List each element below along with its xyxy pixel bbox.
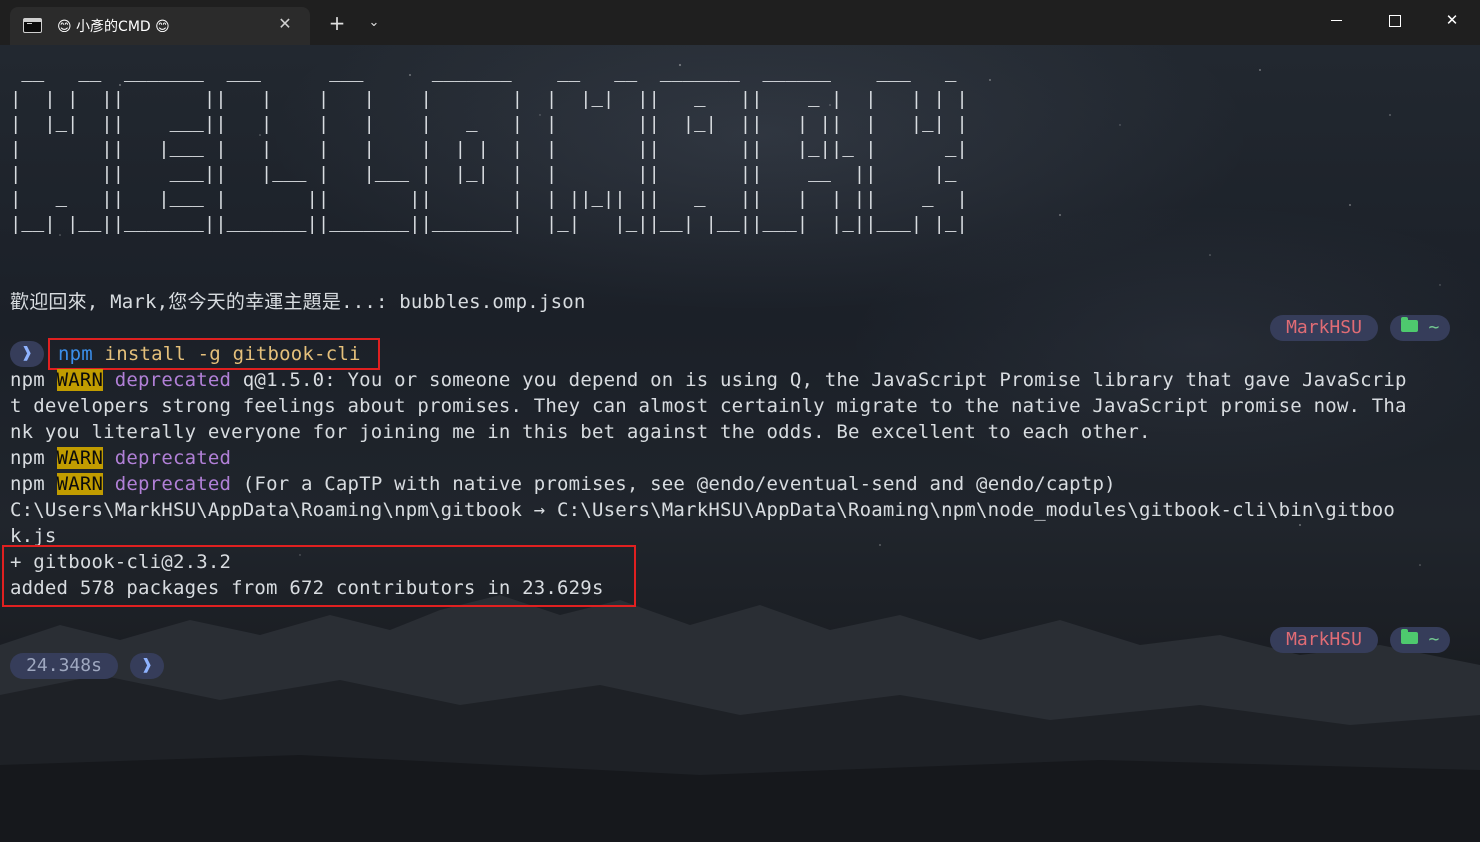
- output-line: nk you literally everyone for joining me…: [10, 421, 1151, 443]
- output-line: npm WARN deprecated (For a CapTP with na…: [10, 473, 1116, 495]
- title-bar: 😊 小彥的CMD 😊 ✕ + ⌄ ✕: [0, 0, 1480, 45]
- output-line: C:\Users\MarkHSU\AppData\Roaming\npm\git…: [10, 499, 1396, 521]
- warn-badge: WARN: [56, 473, 104, 495]
- mountain-background: [0, 595, 1480, 842]
- highlight-box-result: [2, 545, 636, 607]
- output-line: npm WARN deprecated q@1.5.0: You or some…: [10, 369, 1407, 391]
- directory-label: ~: [1428, 317, 1440, 338]
- output-line: npm WARN deprecated: [10, 447, 232, 469]
- ascii-banner: __ __ _______ ___ ___ _______ __ __ ____…: [10, 64, 968, 236]
- close-window-button[interactable]: ✕: [1423, 0, 1480, 40]
- warn-badge: WARN: [56, 369, 104, 391]
- minimize-icon: [1330, 20, 1342, 21]
- close-tab-icon[interactable]: ✕: [274, 13, 296, 35]
- directory-segment: ~: [1390, 627, 1450, 653]
- prompt-arrow-icon: ❱: [130, 653, 164, 679]
- chevron-down-icon[interactable]: ⌄: [362, 11, 386, 35]
- user-segment: MarkHSU: [1270, 315, 1378, 341]
- folder-icon: [1400, 629, 1418, 644]
- tab-title: 😊 小彥的CMD 😊: [57, 19, 170, 35]
- terminal-icon: [23, 18, 42, 33]
- minimize-button[interactable]: [1307, 0, 1365, 40]
- maximize-button[interactable]: [1366, 0, 1424, 40]
- directory-label: ~: [1428, 629, 1440, 650]
- highlight-box-command: [48, 338, 380, 370]
- terminal-pane[interactable]: __ __ _______ ___ ___ _______ __ __ ____…: [0, 45, 1480, 842]
- welcome-message: 歡迎回來, Mark,您今天的幸運主題是...: bubbles.omp.jso…: [10, 291, 586, 313]
- prompt-arrow-icon: ❱: [10, 341, 44, 367]
- maximize-icon: [1389, 14, 1401, 27]
- folder-icon: [1400, 317, 1418, 332]
- warn-badge: WARN: [56, 447, 104, 469]
- user-segment: MarkHSU: [1270, 627, 1378, 653]
- output-line: t developers strong feelings about promi…: [10, 395, 1407, 417]
- directory-segment: ~: [1390, 315, 1450, 341]
- duration-segment: 24.348s: [10, 653, 118, 679]
- terminal-tab[interactable]: 😊 小彥的CMD 😊 ✕: [10, 7, 310, 45]
- new-tab-button[interactable]: +: [325, 11, 349, 35]
